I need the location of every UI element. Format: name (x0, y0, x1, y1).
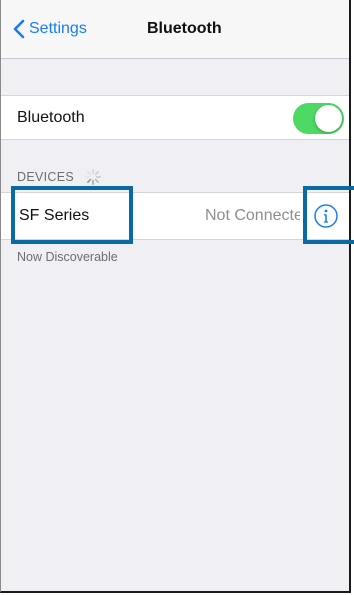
phone-screen: Settings Bluetooth Bluetooth DEVICES SF … (0, 0, 351, 593)
navigation-bar: Settings Bluetooth (1, 0, 349, 59)
toggle-knob (315, 105, 342, 132)
bluetooth-toggle[interactable] (293, 103, 344, 134)
bluetooth-row: Bluetooth (1, 95, 349, 140)
devices-section-header: DEVICES (17, 168, 102, 186)
device-status: Not Connected (205, 207, 300, 224)
chevron-left-icon (13, 19, 25, 39)
info-button-highlight (303, 186, 354, 244)
back-button[interactable]: Settings (13, 16, 87, 42)
bluetooth-label: Bluetooth (17, 108, 85, 126)
device-name-highlight (11, 186, 133, 244)
activity-spinner-icon (84, 168, 101, 186)
devices-header-label: DEVICES (17, 170, 74, 184)
page-title: Bluetooth (147, 20, 222, 37)
back-label: Settings (29, 20, 87, 37)
discoverable-note: Now Discoverable (17, 250, 118, 264)
